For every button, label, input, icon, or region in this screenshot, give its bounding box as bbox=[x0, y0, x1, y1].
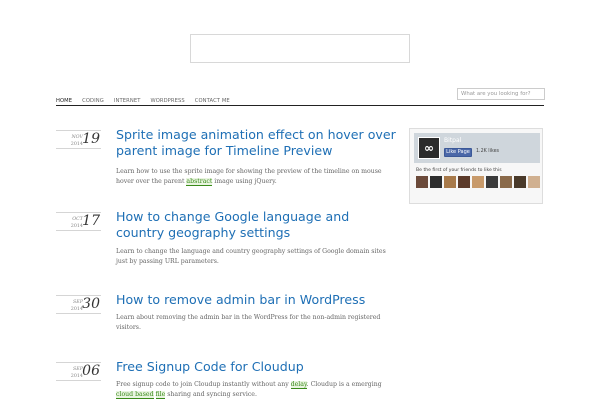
friend-avatar[interactable] bbox=[528, 176, 540, 188]
fb-cover[interactable]: ∞ Bitpal Like Page 1.2K likes bbox=[414, 133, 540, 163]
post-title[interactable]: Sprite image animation effect on hover o… bbox=[116, 127, 396, 159]
search-input[interactable]: What are you looking for? bbox=[457, 88, 545, 100]
excerpt-link[interactable]: delay bbox=[290, 381, 307, 389]
like-page-button[interactable]: Like Page bbox=[444, 148, 472, 157]
post-title[interactable]: How to remove admin bar in WordPress bbox=[116, 292, 396, 308]
post-title[interactable]: How to change Google language and countr… bbox=[116, 209, 396, 241]
site-logo[interactable] bbox=[190, 34, 410, 63]
nav-divider bbox=[56, 105, 544, 106]
excerpt-text: . Cloudup is a emerging bbox=[306, 381, 382, 388]
post-year: 2014 bbox=[70, 374, 83, 379]
friend-avatar[interactable] bbox=[444, 176, 456, 188]
date-rule-bottom bbox=[56, 380, 101, 381]
post-date: OCT 17 2014 bbox=[56, 212, 101, 238]
fb-like-count: 1.2K likes bbox=[476, 149, 500, 154]
post-excerpt: Learn about removing the admin bar in th… bbox=[116, 314, 381, 331]
facebook-like-box: ∞ Bitpal Like Page 1.2K likes Be the fir… bbox=[409, 128, 543, 204]
friend-avatar[interactable] bbox=[430, 176, 442, 188]
date-rule-bottom bbox=[56, 148, 101, 149]
fb-friends-text: Be the first of your friends to like thi… bbox=[416, 168, 502, 173]
post-excerpt: Free signup code to join Cloudup instant… bbox=[116, 380, 391, 400]
fb-face-list bbox=[416, 176, 540, 188]
friend-avatar[interactable] bbox=[500, 176, 512, 188]
friend-avatar[interactable] bbox=[416, 176, 428, 188]
excerpt-link[interactable]: abstract bbox=[186, 178, 213, 186]
excerpt-text: image using jQuery. bbox=[212, 178, 277, 185]
post-date: SEP 30 2014 bbox=[56, 295, 101, 321]
friend-avatar[interactable] bbox=[514, 176, 526, 188]
post-year: 2014 bbox=[70, 307, 83, 312]
post-day: 17 bbox=[82, 213, 100, 229]
excerpt-text: Free signup code to join Cloudup instant… bbox=[116, 381, 291, 388]
post-year: 2014 bbox=[70, 224, 83, 229]
post-year: 2014 bbox=[70, 142, 83, 147]
excerpt-link[interactable]: file bbox=[155, 391, 166, 399]
friend-avatar[interactable] bbox=[486, 176, 498, 188]
excerpt-text: sharing and syncing service. bbox=[165, 391, 257, 398]
date-rule-bottom bbox=[56, 313, 101, 314]
post-title[interactable]: Free Signup Code for Cloudup bbox=[116, 359, 396, 375]
post-day: 30 bbox=[82, 296, 100, 312]
friend-avatar[interactable] bbox=[472, 176, 484, 188]
friend-avatar[interactable] bbox=[458, 176, 470, 188]
post-date: SEP 06 2014 bbox=[56, 362, 101, 388]
fb-page-name[interactable]: Bitpal bbox=[444, 137, 461, 144]
post-date: NOV 19 2014 bbox=[56, 130, 101, 156]
post-day: 06 bbox=[82, 363, 100, 379]
post-day: 19 bbox=[82, 131, 100, 147]
excerpt-link[interactable]: cloud based bbox=[116, 391, 154, 399]
post-excerpt: Learn how to use the sprite image for sh… bbox=[116, 167, 391, 187]
post-excerpt: Learn to change the language and country… bbox=[116, 248, 386, 265]
date-rule-bottom bbox=[56, 230, 101, 231]
page-logo-icon[interactable]: ∞ bbox=[418, 137, 440, 159]
